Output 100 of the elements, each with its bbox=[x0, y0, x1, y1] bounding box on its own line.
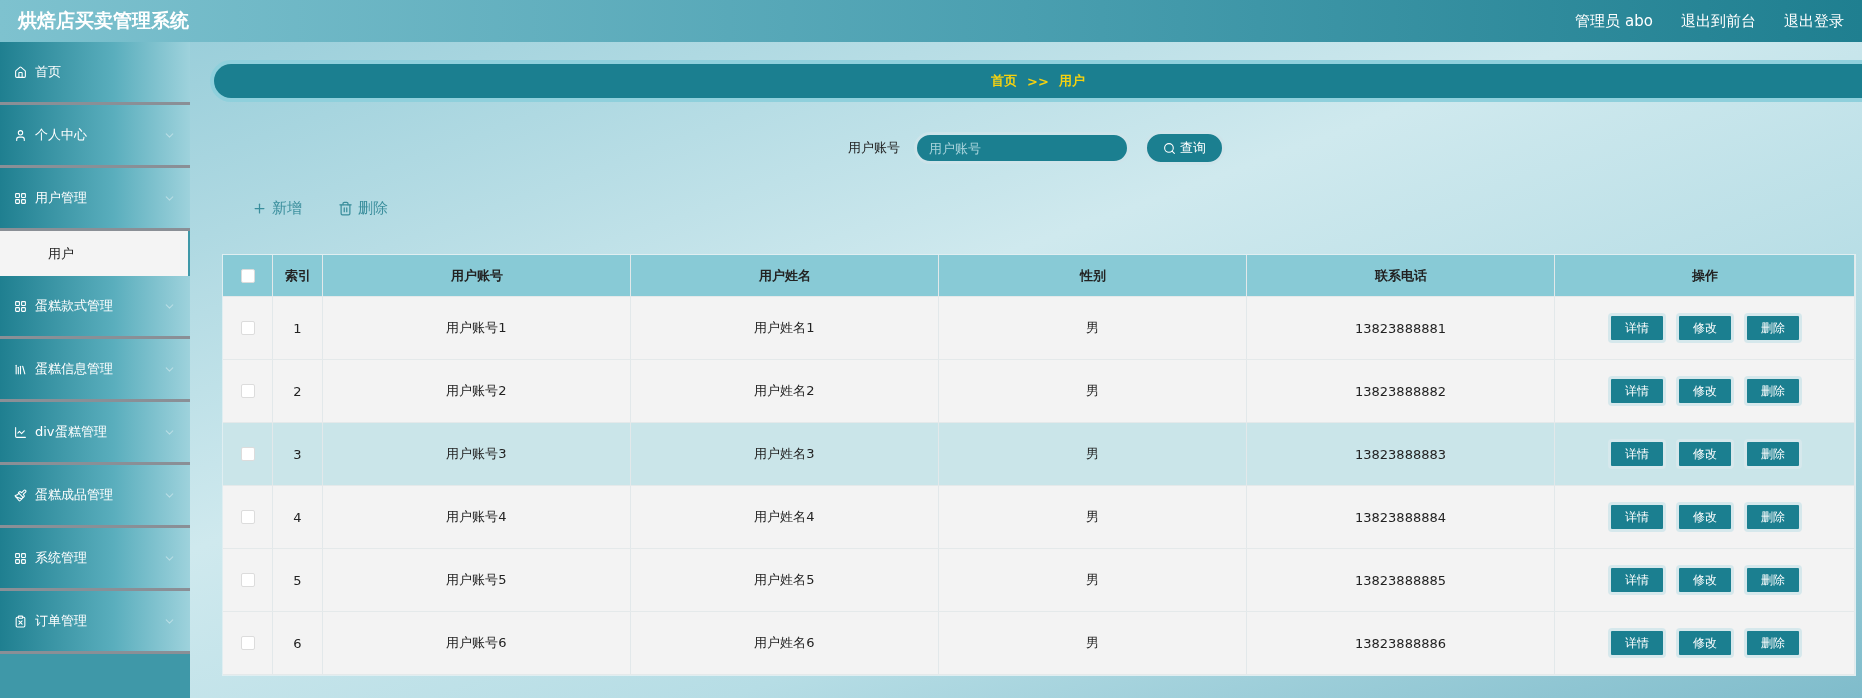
delete-button[interactable]: 删除 bbox=[338, 196, 388, 220]
table-cell: 用户姓名4 bbox=[754, 508, 815, 526]
sidebar-item[interactable]: 个人中心 bbox=[0, 105, 190, 168]
row-action-button[interactable]: 详情 bbox=[1607, 565, 1666, 595]
table-cell: 5 bbox=[293, 572, 302, 588]
column-header: 用户账号 bbox=[450, 266, 503, 285]
sidebar-item[interactable]: 蛋糕款式管理 bbox=[0, 276, 190, 339]
checkbox[interactable] bbox=[240, 573, 255, 587]
row-action-button[interactable]: 删除 bbox=[1743, 502, 1802, 532]
row-action-button[interactable]: 修改 bbox=[1675, 313, 1734, 343]
row-action-button[interactable]: 删除 bbox=[1743, 439, 1802, 469]
table-cell: 用户账号1 bbox=[446, 319, 507, 337]
column-header: 用户姓名 bbox=[758, 266, 811, 285]
row-action-button[interactable]: 删除 bbox=[1743, 313, 1802, 343]
sidebar-item[interactable]: 首页 bbox=[0, 42, 190, 105]
row-action-button[interactable]: 详情 bbox=[1607, 502, 1666, 532]
row-action-button[interactable]: 修改 bbox=[1675, 628, 1734, 658]
checkbox[interactable] bbox=[240, 510, 255, 524]
table-cell: 13823888885 bbox=[1355, 572, 1446, 588]
table-cell: 13823888882 bbox=[1355, 383, 1446, 399]
sidebar-item[interactable]: 订单管理 bbox=[0, 591, 190, 654]
table-cell: 男 bbox=[1086, 634, 1099, 652]
grid-icon bbox=[14, 299, 27, 313]
sidebar-item[interactable]: 蛋糕成品管理 bbox=[0, 465, 190, 528]
search-field[interactable]: 用户账号 bbox=[913, 132, 1130, 164]
chart-icon bbox=[14, 425, 27, 439]
grid-icon bbox=[14, 551, 27, 565]
row-action-button[interactable]: 删除 bbox=[1743, 376, 1802, 406]
user-icon bbox=[14, 128, 27, 142]
header-link[interactable]: 退出登录 bbox=[1784, 11, 1844, 31]
table-cell: 4 bbox=[293, 509, 302, 525]
table-cell: 男 bbox=[1086, 382, 1099, 400]
row-action-button[interactable]: 修改 bbox=[1675, 376, 1734, 406]
checkbox[interactable] bbox=[240, 321, 255, 335]
table-cell: 3 bbox=[293, 446, 302, 462]
table-row[interactable]: 2 用户账号2 用户姓名2 男 13823888882 详情 修改 删除 bbox=[223, 360, 1855, 423]
table-cell: 用户姓名5 bbox=[754, 571, 815, 589]
plus-icon bbox=[252, 200, 267, 216]
table-cell: 6 bbox=[293, 635, 302, 651]
table-cell: 1 bbox=[293, 320, 302, 336]
table-cell: 用户账号2 bbox=[446, 382, 507, 400]
sidebar-item[interactable]: 用户管理 bbox=[0, 168, 190, 231]
app-title: 烘焙店买卖管理系统 bbox=[18, 8, 189, 33]
search-icon bbox=[1162, 141, 1176, 155]
table-cell: 用户账号3 bbox=[446, 445, 507, 463]
header-link[interactable]: 管理员 abo bbox=[1575, 11, 1653, 31]
checkbox[interactable] bbox=[240, 447, 255, 461]
table-cell: 男 bbox=[1086, 319, 1099, 337]
row-action-button[interactable]: 详情 bbox=[1607, 313, 1666, 343]
table-cell: 男 bbox=[1086, 571, 1099, 589]
brush-icon bbox=[14, 488, 27, 502]
breadcrumb-text[interactable]: 首页 bbox=[991, 72, 1018, 90]
table-row[interactable]: 1 用户账号1 用户姓名1 男 13823888881 详情 修改 删除 bbox=[223, 297, 1855, 360]
sidebar-subitem[interactable]: 用户 bbox=[0, 231, 188, 276]
sidebar-item[interactable]: div蛋糕管理 bbox=[0, 402, 190, 465]
sidebar-item[interactable]: 系统管理 bbox=[0, 528, 190, 591]
table-cell: 用户账号5 bbox=[446, 571, 507, 589]
sidebar-item[interactable]: 蛋糕信息管理 bbox=[0, 339, 190, 402]
column-header: 操作 bbox=[1691, 266, 1718, 285]
checkbox[interactable] bbox=[240, 636, 255, 650]
table-cell: 男 bbox=[1086, 508, 1099, 526]
search-label: 用户账号 bbox=[847, 139, 900, 157]
column-header: 索引 bbox=[284, 266, 311, 285]
column-header: 性别 bbox=[1079, 266, 1106, 285]
row-action-button[interactable]: 修改 bbox=[1675, 565, 1734, 595]
table-cell: 用户姓名1 bbox=[754, 319, 815, 337]
row-action-button[interactable]: 删除 bbox=[1743, 565, 1802, 595]
column-header: 联系电话 bbox=[1374, 266, 1427, 285]
books-icon bbox=[14, 362, 27, 376]
table-cell: 用户姓名3 bbox=[754, 445, 815, 463]
row-action-button[interactable]: 修改 bbox=[1675, 502, 1734, 532]
checkbox[interactable] bbox=[240, 384, 255, 398]
table-cell: 用户账号6 bbox=[446, 634, 507, 652]
breadcrumb-text: >> bbox=[1027, 73, 1049, 89]
table-row[interactable]: 5 用户账号5 用户姓名5 男 13823888885 详情 修改 删除 bbox=[223, 549, 1855, 612]
row-action-button[interactable]: 详情 bbox=[1607, 439, 1666, 469]
table-cell: 13823888886 bbox=[1355, 635, 1446, 651]
table-row[interactable]: 6 用户账号6 用户姓名6 男 13823888886 详情 修改 删除 bbox=[223, 612, 1855, 675]
clipboard-icon bbox=[14, 614, 27, 628]
table-cell: 用户账号4 bbox=[446, 508, 507, 526]
table-row[interactable]: 3 用户账号3 用户姓名3 男 13823888883 详情 修改 删除 bbox=[223, 423, 1855, 486]
table-cell: 13823888883 bbox=[1355, 446, 1446, 462]
home-icon bbox=[14, 65, 27, 79]
checkbox[interactable] bbox=[240, 268, 255, 283]
table-cell: 13823888881 bbox=[1355, 320, 1446, 336]
trash-icon bbox=[338, 200, 353, 216]
row-action-button[interactable]: 详情 bbox=[1607, 628, 1666, 658]
grid-icon bbox=[14, 191, 27, 205]
row-action-button[interactable]: 删除 bbox=[1743, 628, 1802, 658]
table-cell: 男 bbox=[1086, 445, 1099, 463]
table-cell: 2 bbox=[293, 383, 302, 399]
table-cell: 用户姓名2 bbox=[754, 382, 815, 400]
search-button[interactable]: 查询 bbox=[1143, 131, 1225, 165]
header-link[interactable]: 退出到前台 bbox=[1681, 11, 1756, 31]
add-button[interactable]: 新增 bbox=[252, 196, 302, 220]
table-row[interactable]: 4 用户账号4 用户姓名4 男 13823888884 详情 修改 删除 bbox=[223, 486, 1855, 549]
row-action-button[interactable]: 详情 bbox=[1607, 376, 1666, 406]
breadcrumb-text: 用户 bbox=[1058, 72, 1085, 90]
table-cell: 13823888884 bbox=[1355, 509, 1446, 525]
row-action-button[interactable]: 修改 bbox=[1675, 439, 1734, 469]
